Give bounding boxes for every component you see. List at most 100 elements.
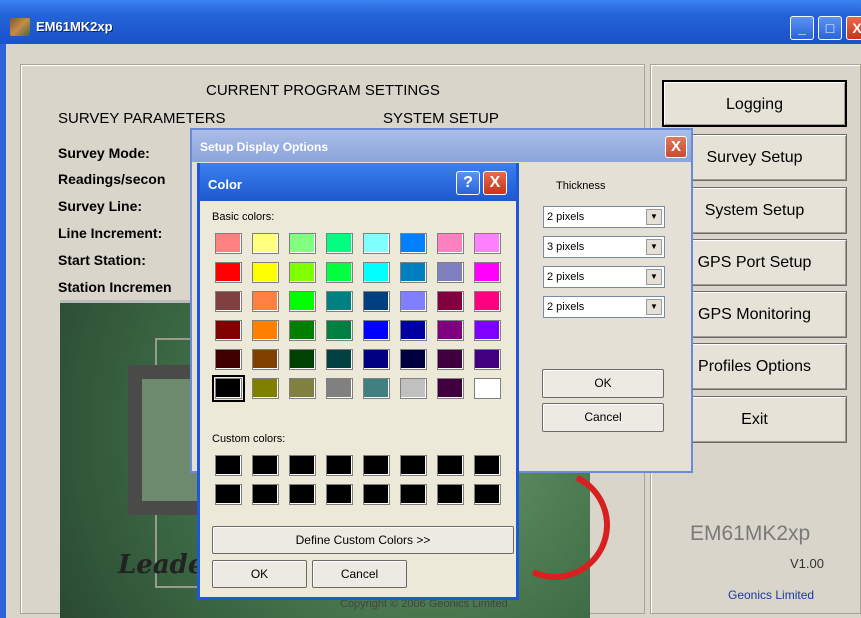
thickness-value: 2 pixels xyxy=(547,271,585,283)
basic-color-swatch[interactable] xyxy=(363,378,390,399)
minimize-button[interactable]: _ xyxy=(790,16,814,40)
color-ok-button[interactable]: OK xyxy=(212,560,307,588)
survey-parameters-heading: SURVEY PARAMETERS xyxy=(58,110,226,127)
basic-color-swatch[interactable] xyxy=(437,233,464,254)
basic-color-swatch[interactable] xyxy=(215,349,242,370)
custom-color-swatch[interactable] xyxy=(363,455,390,476)
thickness-value: 3 pixels xyxy=(547,241,585,253)
custom-color-swatch[interactable] xyxy=(363,484,390,505)
basic-color-swatch[interactable] xyxy=(437,291,464,312)
basic-color-swatch[interactable] xyxy=(400,262,427,283)
custom-color-swatch[interactable] xyxy=(252,455,279,476)
basic-color-swatch[interactable] xyxy=(400,233,427,254)
basic-color-swatch[interactable] xyxy=(474,378,501,399)
basic-color-swatch[interactable] xyxy=(363,349,390,370)
basic-color-swatch[interactable] xyxy=(474,262,501,283)
basic-color-swatch[interactable] xyxy=(326,378,353,399)
thickness-select-4[interactable]: 2 pixels ▼ xyxy=(543,296,665,318)
basic-color-swatch[interactable] xyxy=(363,320,390,341)
setup-display-ok-button[interactable]: OK xyxy=(542,369,664,398)
setup-display-close-button[interactable]: X xyxy=(665,136,687,158)
custom-color-swatch[interactable] xyxy=(215,484,242,505)
thickness-select-1[interactable]: 2 pixels ▼ xyxy=(543,206,665,228)
basic-color-swatch[interactable] xyxy=(252,233,279,254)
basic-color-swatch[interactable] xyxy=(289,320,316,341)
setup-display-cancel-button[interactable]: Cancel xyxy=(542,403,664,432)
basic-color-swatch[interactable] xyxy=(212,375,245,402)
basic-color-swatch[interactable] xyxy=(400,320,427,341)
setup-display-title: Setup Display Options xyxy=(200,140,329,154)
basic-color-swatch[interactable] xyxy=(252,291,279,312)
basic-color-swatch[interactable] xyxy=(363,262,390,283)
setup-display-titlebar[interactable]: Setup Display Options X xyxy=(192,130,691,162)
basic-color-swatch[interactable] xyxy=(252,262,279,283)
basic-color-swatch[interactable] xyxy=(289,378,316,399)
basic-color-swatch[interactable] xyxy=(326,291,353,312)
basic-color-swatch[interactable] xyxy=(437,262,464,283)
dropdown-arrow-icon[interactable]: ▼ xyxy=(646,299,662,315)
custom-colors-label: Custom colors: xyxy=(212,433,286,445)
app-version: V1.00 xyxy=(790,556,824,571)
basic-color-swatch[interactable] xyxy=(326,262,353,283)
dropdown-arrow-icon[interactable]: ▼ xyxy=(646,269,662,285)
thickness-select-2[interactable]: 3 pixels ▼ xyxy=(543,236,665,258)
custom-color-swatch[interactable] xyxy=(437,455,464,476)
start-station-label: Start Station: xyxy=(58,252,146,268)
survey-line-label: Survey Line: xyxy=(58,198,143,214)
basic-color-swatch[interactable] xyxy=(474,233,501,254)
basic-color-swatch[interactable] xyxy=(215,291,242,312)
custom-color-swatch[interactable] xyxy=(474,455,501,476)
custom-color-swatch[interactable] xyxy=(400,484,427,505)
basic-color-swatch[interactable] xyxy=(326,320,353,341)
basic-color-swatch[interactable] xyxy=(437,378,464,399)
basic-color-swatch[interactable] xyxy=(437,320,464,341)
basic-color-swatch[interactable] xyxy=(252,378,279,399)
close-button[interactable]: X xyxy=(846,16,861,40)
thickness-select-3[interactable]: 2 pixels ▼ xyxy=(543,266,665,288)
dropdown-arrow-icon[interactable]: ▼ xyxy=(646,239,662,255)
basic-color-swatch[interactable] xyxy=(400,291,427,312)
custom-color-swatch[interactable] xyxy=(215,455,242,476)
color-cancel-button[interactable]: Cancel xyxy=(312,560,407,588)
main-window-titlebar[interactable]: EM61MK2xp _ □ X xyxy=(0,0,861,44)
custom-color-swatch[interactable] xyxy=(326,484,353,505)
color-dialog: Color ? X Basic colors: Custom colors: D… xyxy=(197,163,519,600)
custom-color-swatch[interactable] xyxy=(326,455,353,476)
basic-color-swatch[interactable] xyxy=(215,262,242,283)
basic-color-swatch[interactable] xyxy=(289,262,316,283)
basic-color-swatch[interactable] xyxy=(437,349,464,370)
basic-color-swatch[interactable] xyxy=(252,349,279,370)
help-button[interactable]: ? xyxy=(456,171,480,195)
custom-color-swatch[interactable] xyxy=(437,484,464,505)
system-setup-heading: SYSTEM SETUP xyxy=(383,110,499,127)
color-dialog-titlebar[interactable]: Color ? X xyxy=(200,163,516,201)
basic-color-swatch[interactable] xyxy=(326,349,353,370)
custom-color-swatch[interactable] xyxy=(289,484,316,505)
custom-color-swatch[interactable] xyxy=(252,484,279,505)
custom-color-swatch[interactable] xyxy=(474,484,501,505)
color-dialog-close-button[interactable]: X xyxy=(483,171,507,195)
basic-color-swatch[interactable] xyxy=(289,291,316,312)
basic-color-swatch[interactable] xyxy=(400,349,427,370)
basic-color-swatch[interactable] xyxy=(474,349,501,370)
basic-color-swatch[interactable] xyxy=(363,291,390,312)
define-custom-colors-button[interactable]: Define Custom Colors >> xyxy=(212,526,514,554)
basic-color-swatch[interactable] xyxy=(252,320,279,341)
basic-color-swatch[interactable] xyxy=(363,233,390,254)
basic-color-swatch[interactable] xyxy=(289,349,316,370)
basic-color-swatch[interactable] xyxy=(215,233,242,254)
logging-button[interactable]: Logging xyxy=(662,80,847,127)
basic-color-swatch[interactable] xyxy=(474,291,501,312)
custom-color-swatch[interactable] xyxy=(289,455,316,476)
dropdown-arrow-icon[interactable]: ▼ xyxy=(646,209,662,225)
app-icon xyxy=(10,18,30,36)
readings-per-second-label: Readings/secon xyxy=(58,171,166,187)
basic-color-swatch[interactable] xyxy=(326,233,353,254)
basic-color-swatch[interactable] xyxy=(215,320,242,341)
basic-colors-label: Basic colors: xyxy=(212,211,275,223)
basic-color-swatch[interactable] xyxy=(289,233,316,254)
maximize-button[interactable]: □ xyxy=(818,16,842,40)
basic-color-swatch[interactable] xyxy=(400,378,427,399)
basic-color-swatch[interactable] xyxy=(474,320,501,341)
custom-color-swatch[interactable] xyxy=(400,455,427,476)
